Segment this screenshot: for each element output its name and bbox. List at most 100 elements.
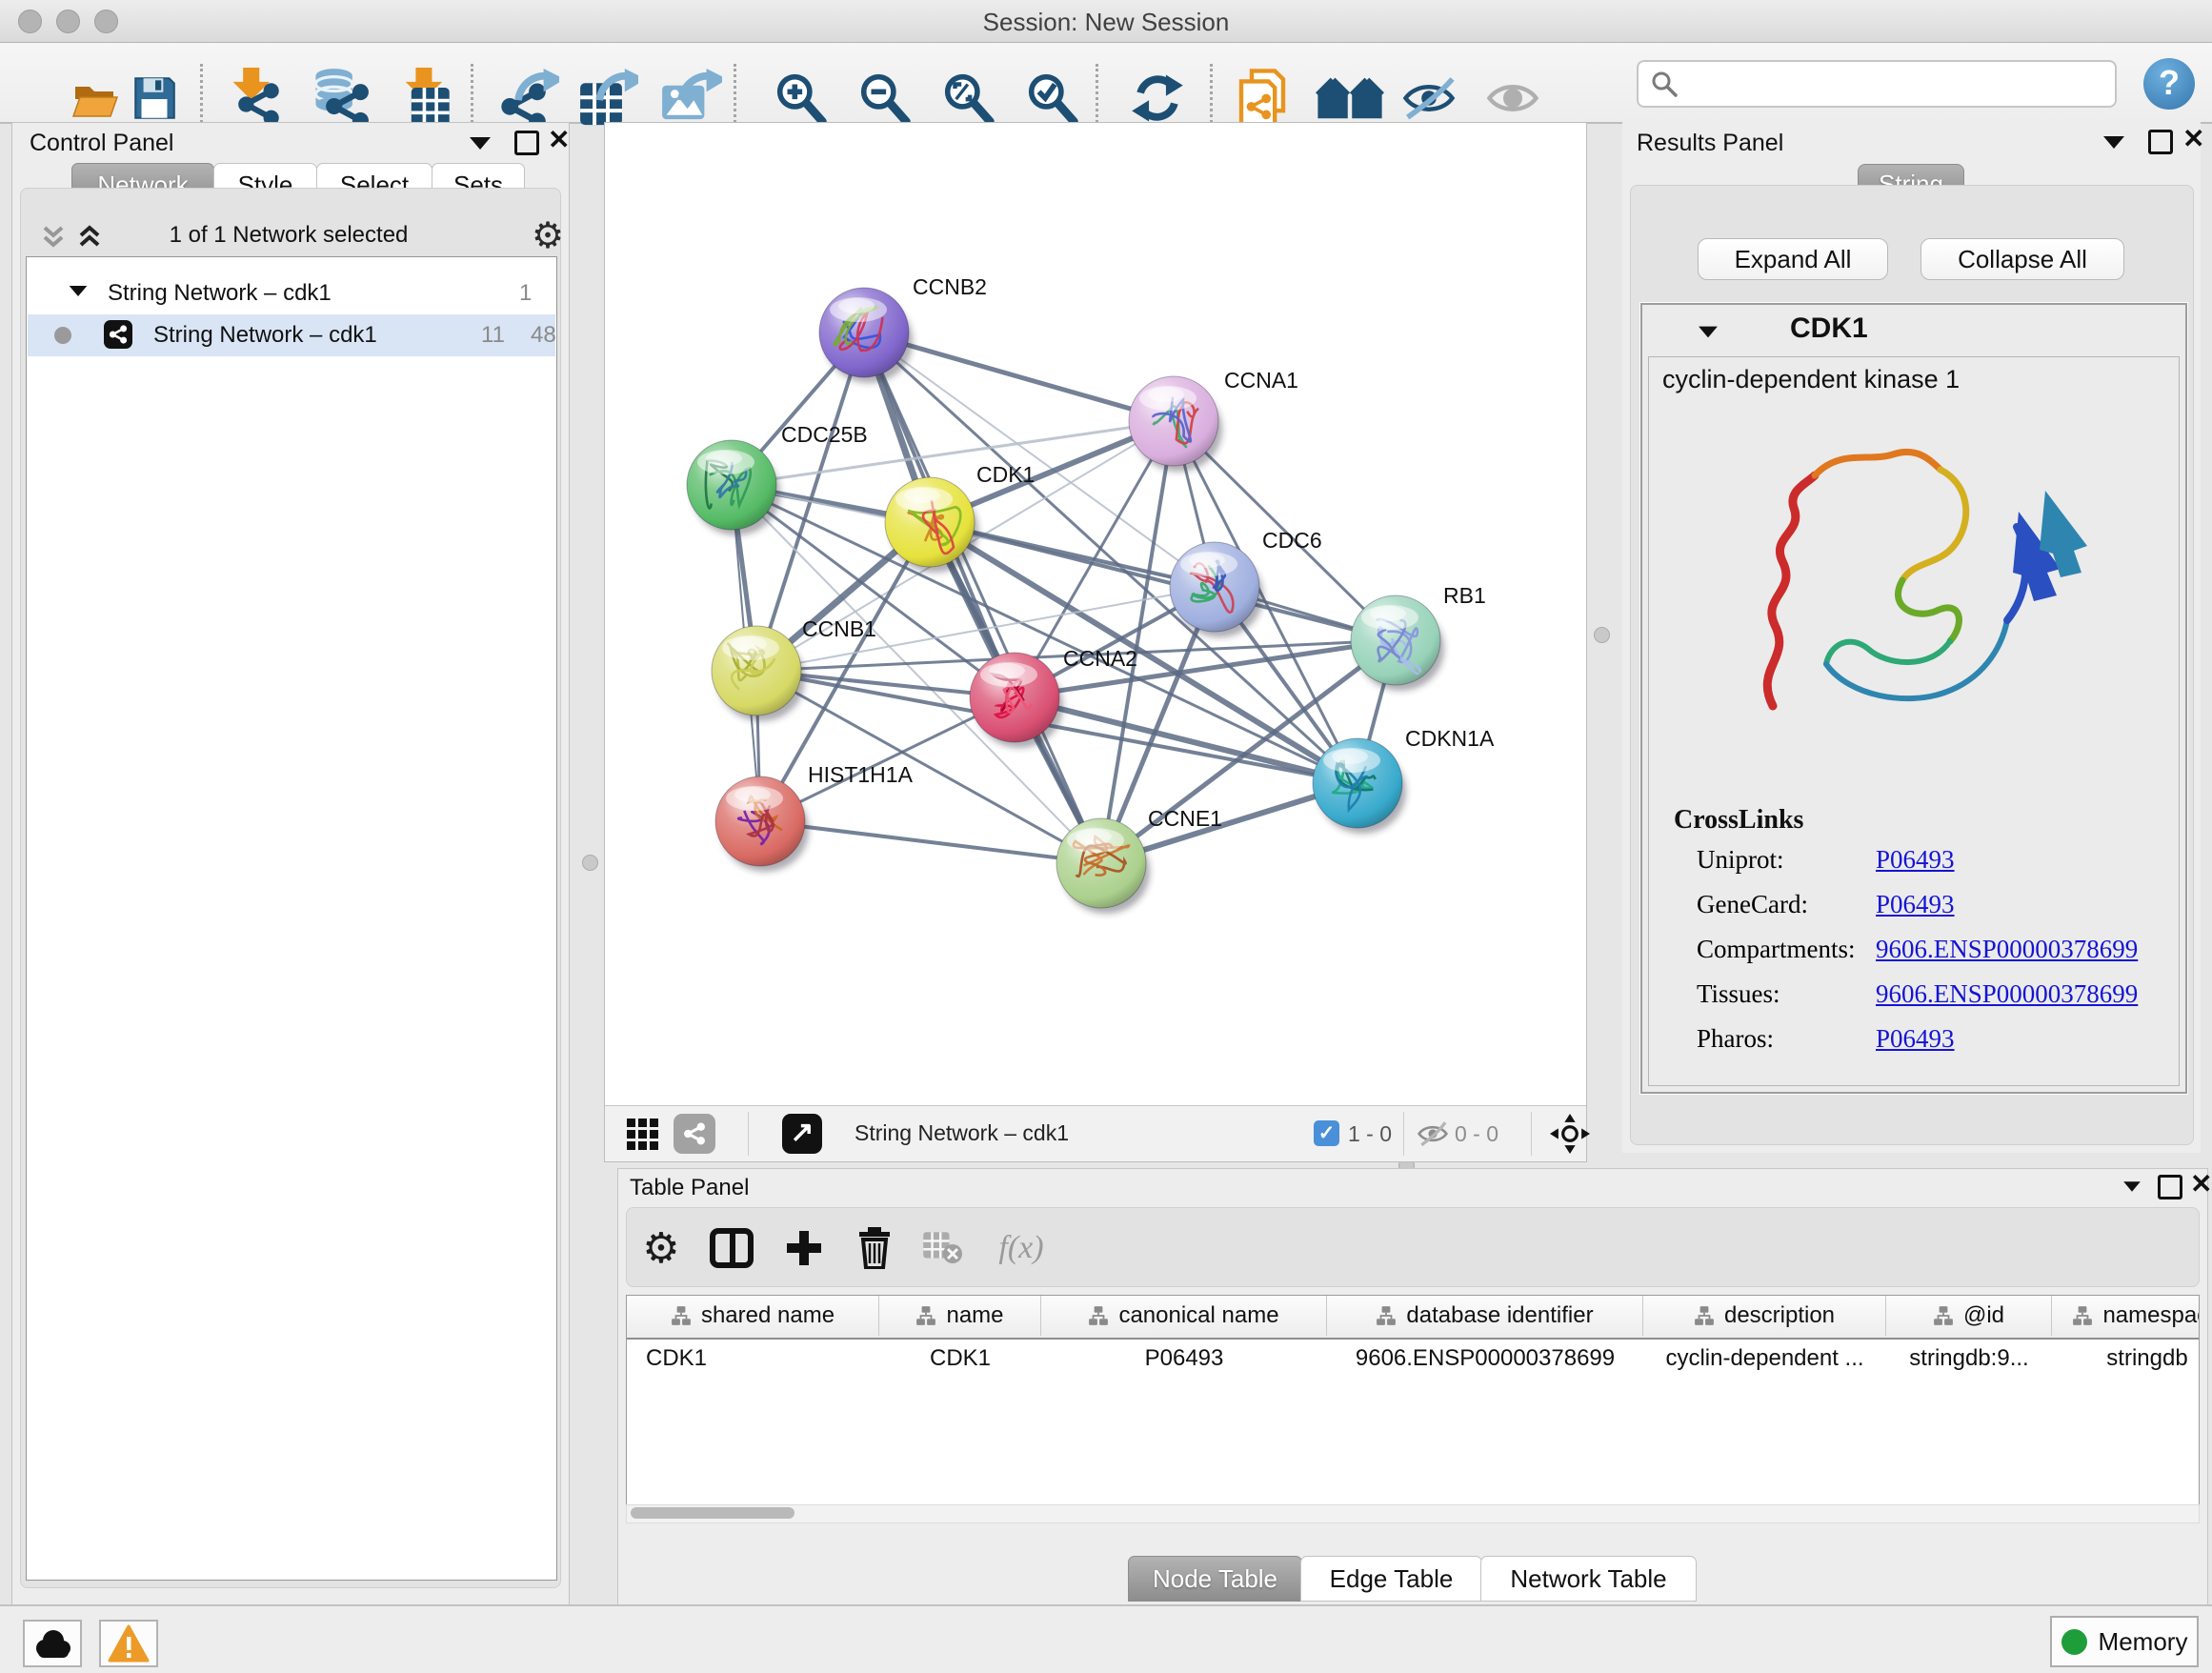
add-column-button[interactable] — [775, 1221, 833, 1275]
collapse-section-icon[interactable] — [1699, 327, 1718, 338]
zoom-fit-icon — [941, 71, 996, 126]
vertical-splitter-handle-right[interactable] — [1594, 627, 1610, 643]
crosslink-link[interactable]: 9606.ENSP00000378699 — [1876, 979, 2138, 1009]
table-cell[interactable]: stringdb:9... — [1886, 1340, 2052, 1378]
close-panel-icon[interactable]: ✕ — [548, 131, 570, 150]
memory-status-dot — [2061, 1629, 2087, 1655]
birdseye-crosshair-icon[interactable] — [1550, 1114, 1590, 1154]
save-session-button[interactable] — [105, 70, 204, 127]
network-node-label: CDC25B — [781, 422, 868, 447]
network-tree-root-row[interactable]: String Network – cdk1 1 — [28, 272, 555, 314]
plus-icon — [785, 1229, 823, 1267]
detach-view-button[interactable]: ↗ — [782, 1114, 822, 1154]
memory-button[interactable]: Memory — [2050, 1616, 2199, 1667]
network-node-label: CDKN1A — [1405, 726, 1495, 751]
zoom-selected-button[interactable] — [1003, 70, 1102, 127]
expand-all-button[interactable]: Expand All — [1698, 238, 1888, 280]
table-horizontal-scrollbar[interactable] — [626, 1504, 2200, 1523]
refresh-icon — [1130, 71, 1185, 126]
table-panel: Table Panel ✕ ⚙ — [617, 1168, 2208, 1610]
table-row[interactable]: CDK1CDK1P064939606.ENSP00000378699cyclin… — [627, 1340, 2200, 1378]
network-current-dot-icon — [54, 327, 71, 344]
main-toolbar: ? — [0, 43, 2212, 124]
show-columns-button[interactable] — [703, 1221, 760, 1275]
panel-menu-icon[interactable] — [2123, 1181, 2141, 1191]
show-results-button[interactable] — [1463, 70, 1562, 127]
clone-network-button[interactable] — [1213, 70, 1312, 127]
close-panel-icon[interactable]: ✕ — [2182, 130, 2204, 149]
crosslink-link[interactable]: P06493 — [1876, 845, 1955, 875]
crosslink-link[interactable]: P06493 — [1876, 890, 1955, 919]
collapse-all-button[interactable]: Collapse All — [1920, 238, 2124, 280]
tab-node-table[interactable]: Node Table — [1128, 1556, 1302, 1602]
selected-checkbox-icon[interactable]: ✓ — [1314, 1120, 1339, 1146]
hidden-eye-slash-icon — [1417, 1118, 1449, 1150]
node-count: 11 — [481, 322, 505, 349]
column-header-database-identifier[interactable]: database identifier — [1327, 1296, 1643, 1336]
network-tree-child-row[interactable]: String Network – cdk1 11 48 — [28, 314, 555, 356]
delete-table-button[interactable] — [915, 1221, 972, 1275]
network-node-label: CCNA2 — [1063, 646, 1137, 671]
float-panel-icon[interactable] — [2148, 130, 2173, 154]
export-image-button[interactable] — [641, 70, 740, 127]
table-cell[interactable]: P06493 — [1041, 1340, 1327, 1378]
node-table: shared namenamecanonical namedatabase id… — [626, 1295, 2200, 1508]
results-panel-title: Results Panel — [1637, 130, 1783, 157]
crosslink-link[interactable]: 9606.ENSP00000378699 — [1876, 935, 2138, 964]
network-edge[interactable] — [930, 522, 1396, 640]
table-cell[interactable]: cyclin-dependent ... — [1643, 1340, 1886, 1378]
panel-menu-icon[interactable] — [2103, 136, 2124, 149]
grid-icon — [626, 1118, 660, 1152]
table-cell[interactable]: 9606.ENSP00000378699 — [1327, 1340, 1643, 1378]
tab-edge-table[interactable]: Edge Table — [1300, 1556, 1482, 1602]
cloud-status-button[interactable] — [23, 1620, 82, 1667]
network-collection-label: String Network – cdk1 — [108, 280, 332, 307]
collapse-all-chevron-icon[interactable] — [39, 222, 68, 251]
table-settings-button[interactable]: ⚙ — [633, 1221, 690, 1275]
crosslink-label: Uniprot: — [1697, 845, 1876, 875]
table-cell[interactable]: stringdb — [2052, 1340, 2200, 1378]
hidden-counts: 0 - 0 — [1455, 1121, 1498, 1147]
delete-column-button[interactable] — [846, 1221, 903, 1275]
database-import-icon — [305, 68, 373, 129]
network-options-gear-icon[interactable]: ⚙ — [532, 214, 564, 257]
column-header--id[interactable]: @id — [1886, 1296, 2052, 1336]
network-node-label: CCNB2 — [913, 274, 987, 299]
column-header-canonical-name[interactable]: canonical name — [1041, 1296, 1327, 1336]
refresh-view-button[interactable] — [1108, 70, 1207, 127]
close-panel-icon[interactable]: ✕ — [2190, 1175, 2212, 1194]
attribute-icon — [1694, 1305, 1715, 1326]
cloud-icon — [32, 1628, 72, 1659]
network-node-label: HIST1H1A — [808, 762, 914, 787]
window-title: Session: New Session — [0, 8, 2212, 37]
column-header-shared-name[interactable]: shared name — [627, 1296, 879, 1336]
column-header-description[interactable]: description — [1643, 1296, 1886, 1336]
table-cell[interactable]: CDK1 — [879, 1340, 1041, 1378]
search-input[interactable] — [1637, 60, 2117, 108]
network-canvas[interactable]: CCNB2CCNA1CDC25BCDK1CDC6RB1CCNB1CCNA2CDK… — [605, 123, 1586, 1104]
tree-expand-icon[interactable] — [70, 286, 88, 296]
tab-network-table[interactable]: Network Table — [1480, 1556, 1697, 1602]
column-header-namespace[interactable]: namespace — [2052, 1296, 2200, 1336]
crosslink-link[interactable]: P06493 — [1876, 1024, 1955, 1054]
import-table-file-button[interactable] — [375, 70, 474, 127]
scrollbar-thumb[interactable] — [631, 1507, 794, 1519]
vertical-splitter-handle-left[interactable] — [582, 855, 598, 871]
column-header-name[interactable]: name — [879, 1296, 1041, 1336]
panel-menu-icon[interactable] — [470, 137, 491, 150]
warnings-button[interactable] — [99, 1620, 158, 1667]
help-button[interactable]: ? — [2143, 58, 2195, 110]
share-icon — [683, 1122, 706, 1145]
import-network-database-button[interactable] — [290, 70, 389, 127]
edge-count: 48 — [531, 322, 556, 349]
float-panel-icon[interactable] — [2158, 1175, 2182, 1199]
grid-view-button[interactable] — [626, 1118, 660, 1157]
attribute-icon — [2072, 1305, 2093, 1326]
table-cell[interactable]: CDK1 — [627, 1340, 879, 1378]
float-panel-icon[interactable] — [514, 131, 539, 155]
network-view-button[interactable] — [674, 1114, 715, 1154]
attribute-icon — [671, 1305, 692, 1326]
network-edge[interactable] — [760, 821, 1101, 863]
function-builder-button[interactable]: f(x) — [981, 1221, 1061, 1275]
crosslink-row: Tissues:9606.ENSP00000378699 — [1697, 979, 2169, 1009]
